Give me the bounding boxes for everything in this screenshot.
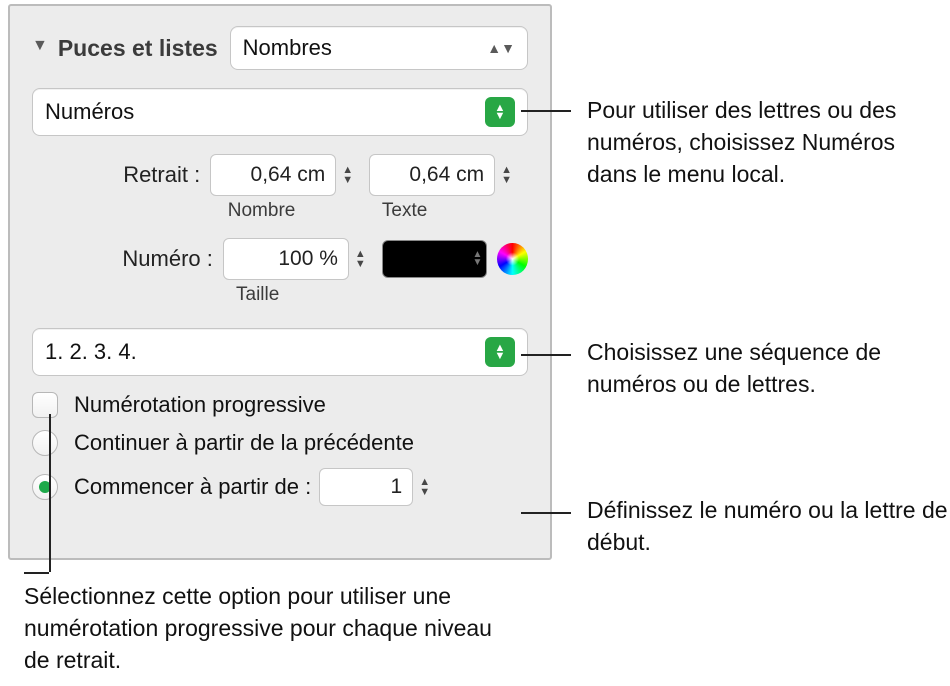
section-header-row: ▼ Puces et listes Nombres: [32, 26, 528, 70]
sequence-select[interactable]: 1. 2. 3. 4.: [32, 328, 528, 376]
list-type-select[interactable]: Nombres: [230, 26, 528, 70]
numero-label: Numéro :: [98, 246, 223, 272]
start-from-input[interactable]: [319, 468, 413, 506]
callout-line: [521, 110, 571, 112]
continue-label: Continuer à partir de la précédente: [74, 430, 414, 456]
number-indent-stepper[interactable]: ▲▼: [210, 154, 353, 196]
indent-block: Retrait : ▲▼ ▲▼ Nombre Texte Numéro : ▲▼…: [98, 154, 528, 306]
stepper-arrows-icon[interactable]: ▲▼: [419, 477, 430, 497]
callout-start: Définissez le numéro ou la lettre de déb…: [587, 494, 950, 558]
number-style-row: Numéros: [32, 88, 528, 136]
stepper-arrows-icon[interactable]: ▲▼: [501, 165, 512, 185]
text-indent-stepper[interactable]: ▲▼: [369, 154, 512, 196]
color-wheel-icon[interactable]: [497, 243, 528, 275]
stepper-arrows-icon[interactable]: ▲▼: [342, 165, 353, 185]
chevron-updown-icon: [485, 97, 515, 127]
progressive-checkbox[interactable]: [32, 392, 58, 418]
start-from-label: Commencer à partir de :: [74, 474, 311, 500]
callout-line: [521, 512, 571, 514]
text-indent-input[interactable]: [369, 154, 495, 196]
chevron-updown-icon: [487, 44, 515, 52]
section-title: Puces et listes: [58, 35, 218, 62]
numbering-radio-group: Continuer à partir de la précédente Comm…: [32, 430, 528, 506]
callout-progressive: Sélectionnez cette option pour utiliser …: [24, 580, 504, 677]
size-input[interactable]: [223, 238, 349, 280]
numero-row: Numéro : ▲▼ ▲▼: [98, 238, 528, 280]
size-sublabel: Taille: [228, 284, 392, 306]
chevron-updown-icon: ▲▼: [472, 251, 482, 267]
number-sublabel: Nombre: [220, 200, 374, 222]
size-sublabel-row: Taille: [98, 284, 528, 306]
number-indent-input[interactable]: [210, 154, 336, 196]
progressive-row: Numérotation progressive: [32, 392, 528, 418]
callout-numbers: Pour utiliser des lettres ou des numéros…: [587, 94, 950, 191]
callout-line: [49, 414, 51, 572]
size-stepper[interactable]: ▲▼: [223, 238, 366, 280]
start-from-row: Commencer à partir de : ▲▼: [32, 468, 528, 506]
text-sublabel: Texte: [374, 200, 528, 222]
chevron-updown-icon: [485, 337, 515, 367]
number-style-select[interactable]: Numéros: [32, 88, 528, 136]
number-style-value: Numéros: [45, 99, 134, 125]
sequence-value: 1. 2. 3. 4.: [45, 339, 137, 365]
list-type-value: Nombres: [243, 35, 332, 61]
continue-row: Continuer à partir de la précédente: [32, 430, 528, 456]
progressive-label: Numérotation progressive: [74, 392, 326, 418]
stepper-arrows-icon[interactable]: ▲▼: [355, 249, 366, 269]
color-swatch[interactable]: ▲▼: [382, 240, 488, 278]
continue-radio[interactable]: [32, 430, 58, 456]
retrait-row: Retrait : ▲▼ ▲▼: [98, 154, 528, 196]
callout-sequence: Choisissez une séquence de numéros ou de…: [587, 336, 947, 400]
callout-line: [521, 354, 571, 356]
retrait-label: Retrait :: [98, 162, 210, 188]
bullets-lists-panel: ▼ Puces et listes Nombres Numéros Retrai…: [8, 4, 552, 560]
disclosure-triangle-icon[interactable]: ▼: [32, 37, 48, 55]
sequence-row: 1. 2. 3. 4.: [32, 328, 528, 376]
retrait-sublabels: Nombre Texte: [98, 200, 528, 222]
callout-line: [24, 572, 49, 574]
start-from-radio[interactable]: [32, 474, 58, 500]
